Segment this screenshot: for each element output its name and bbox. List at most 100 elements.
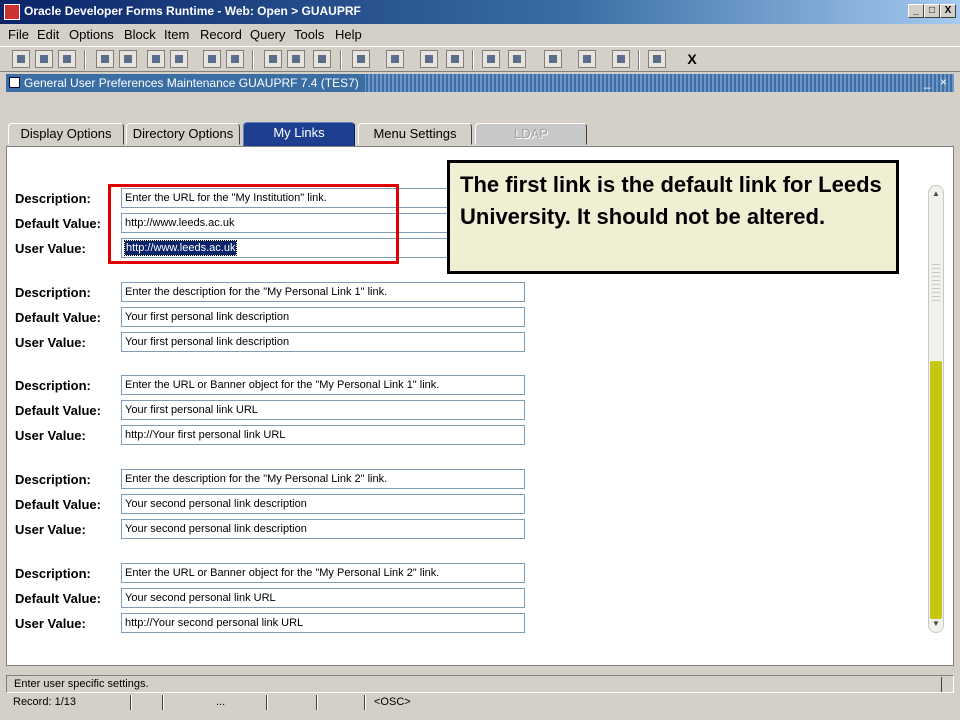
rollback-icon[interactable] [35, 50, 53, 68]
audio-icon[interactable] [544, 50, 562, 68]
app-icon [4, 4, 20, 20]
default-value-field[interactable]: Your first personal link description [121, 307, 525, 327]
select-icon[interactable] [96, 50, 114, 68]
selected-text: http://www.leeds.ac.uk [123, 240, 238, 256]
menu-query[interactable]: Query [250, 27, 285, 42]
default-value-field[interactable]: Your second personal link description [121, 494, 525, 514]
list-icon[interactable] [508, 50, 526, 68]
scroll-up-icon[interactable]: ▲ [931, 189, 941, 199]
tab-menu-settings[interactable]: Menu Settings [358, 123, 472, 145]
menu-options[interactable]: Options [69, 27, 114, 42]
default-value-field[interactable]: Your second personal link URL [121, 588, 525, 608]
toolbar-separator [340, 50, 342, 70]
network-icon[interactable] [578, 50, 596, 68]
status-bar: Record: 1/13 ... <OSC> [6, 694, 954, 712]
clear-record-icon[interactable] [313, 50, 331, 68]
status-divider [364, 695, 366, 710]
scroll-grip [932, 261, 940, 301]
status-ellipsis: ... [216, 696, 226, 708]
next-block-icon[interactable] [170, 50, 188, 68]
exit-button[interactable]: X [683, 50, 701, 68]
vertical-scrollbar[interactable]: ▲ ▼ [928, 185, 944, 633]
next-record-icon[interactable] [226, 50, 244, 68]
form-title-area: General User Preferences Maintenance GUA… [6, 74, 365, 92]
print-icon[interactable] [58, 50, 76, 68]
insert-icon[interactable] [264, 50, 282, 68]
menu-bar: File Edit Options Block Item Record Quer… [0, 24, 960, 44]
status-divider [316, 695, 318, 710]
form-minimize-button[interactable]: _ [924, 75, 931, 89]
menu-edit[interactable]: Edit [37, 27, 59, 42]
close-button[interactable]: X [940, 4, 956, 18]
description-label: Description: [15, 378, 91, 393]
attachment-icon[interactable] [482, 50, 500, 68]
user-value-field[interactable]: http://Your first personal link URL [121, 425, 525, 445]
user-value-field[interactable]: http://Your second personal link URL [121, 613, 525, 633]
form-title-bar: General User Preferences Maintenance GUA… [6, 74, 954, 92]
record-indicator: Record: 1/13 [13, 696, 76, 708]
count-query-icon[interactable] [446, 50, 464, 68]
description-label: Description: [15, 285, 91, 300]
cancel-query-icon[interactable] [420, 50, 438, 68]
menu-help[interactable]: Help [335, 27, 362, 42]
menu-block[interactable]: Block [124, 27, 156, 42]
form-close-button[interactable]: × [940, 75, 947, 89]
user-value-field[interactable]: Your first personal link description [121, 332, 525, 352]
insert-record-icon[interactable] [119, 50, 137, 68]
toolbar-separator [252, 50, 254, 70]
maximize-button[interactable]: □ [924, 4, 940, 18]
description-label: Description: [15, 566, 91, 581]
scroll-thumb[interactable] [930, 361, 942, 619]
tab-ldap-label: LDAP [514, 126, 548, 141]
extras-icon[interactable] [612, 50, 630, 68]
status-message: Enter user specific settings. [14, 678, 149, 690]
save-icon[interactable] [12, 50, 30, 68]
default-value-label: Default Value: [15, 591, 101, 606]
default-value-label: Default Value: [15, 497, 101, 512]
scroll-down-icon[interactable]: ▼ [931, 619, 941, 629]
callout-note: The first link is the default link for L… [447, 160, 899, 274]
tab-directory-options[interactable]: Directory Options [126, 123, 240, 145]
description-label: Description: [15, 472, 91, 487]
default-value-label: Default Value: [15, 216, 101, 231]
message-bar: Enter user specific settings. [6, 675, 954, 693]
user-value-label: User Value: [15, 522, 86, 537]
description-field[interactable]: Enter the URL or Banner object for the "… [121, 563, 525, 583]
description-field[interactable]: Enter the description for the "My Person… [121, 282, 525, 302]
window-title: Oracle Developer Forms Runtime - Web: Op… [24, 4, 361, 18]
toolbar: X [0, 46, 960, 72]
status-separator [941, 677, 943, 692]
help-icon[interactable] [648, 50, 666, 68]
user-value-field[interactable]: Your second personal link description [121, 519, 525, 539]
user-value-label: User Value: [15, 428, 86, 443]
user-value-label: User Value: [15, 335, 86, 350]
toolbar-separator [638, 50, 640, 70]
tab-my-links[interactable]: My Links [243, 122, 355, 146]
description-field[interactable]: Enter the URL or Banner object for the "… [121, 375, 525, 395]
user-value-label: User Value: [15, 616, 86, 631]
tab-ldap: LDAP [475, 123, 587, 145]
tab-display-options[interactable]: Display Options [8, 123, 124, 145]
menu-file[interactable]: File [8, 27, 29, 42]
status-divider [266, 695, 268, 710]
default-value-field[interactable]: Your first personal link URL [121, 400, 525, 420]
previous-record-icon[interactable] [203, 50, 221, 68]
default-value-label: Default Value: [15, 310, 101, 325]
enter-query-icon[interactable] [352, 50, 370, 68]
status-divider [162, 695, 164, 710]
menu-record[interactable]: Record [200, 27, 242, 42]
osc-indicator: <OSC> [374, 696, 411, 708]
status-divider [130, 695, 132, 710]
execute-query-icon[interactable] [386, 50, 404, 68]
previous-block-icon[interactable] [147, 50, 165, 68]
menu-tools[interactable]: Tools [294, 27, 324, 42]
minimize-button[interactable]: _ [908, 4, 924, 18]
toolbar-separator [472, 50, 474, 70]
window-title-bar: Oracle Developer Forms Runtime - Web: Op… [0, 0, 960, 24]
default-value-label: Default Value: [15, 403, 101, 418]
form-title: General User Preferences Maintenance GUA… [24, 76, 359, 90]
menu-item[interactable]: Item [164, 27, 189, 42]
delete-icon[interactable] [287, 50, 305, 68]
description-field[interactable]: Enter the description for the "My Person… [121, 469, 525, 489]
toolbar-separator [84, 50, 86, 70]
